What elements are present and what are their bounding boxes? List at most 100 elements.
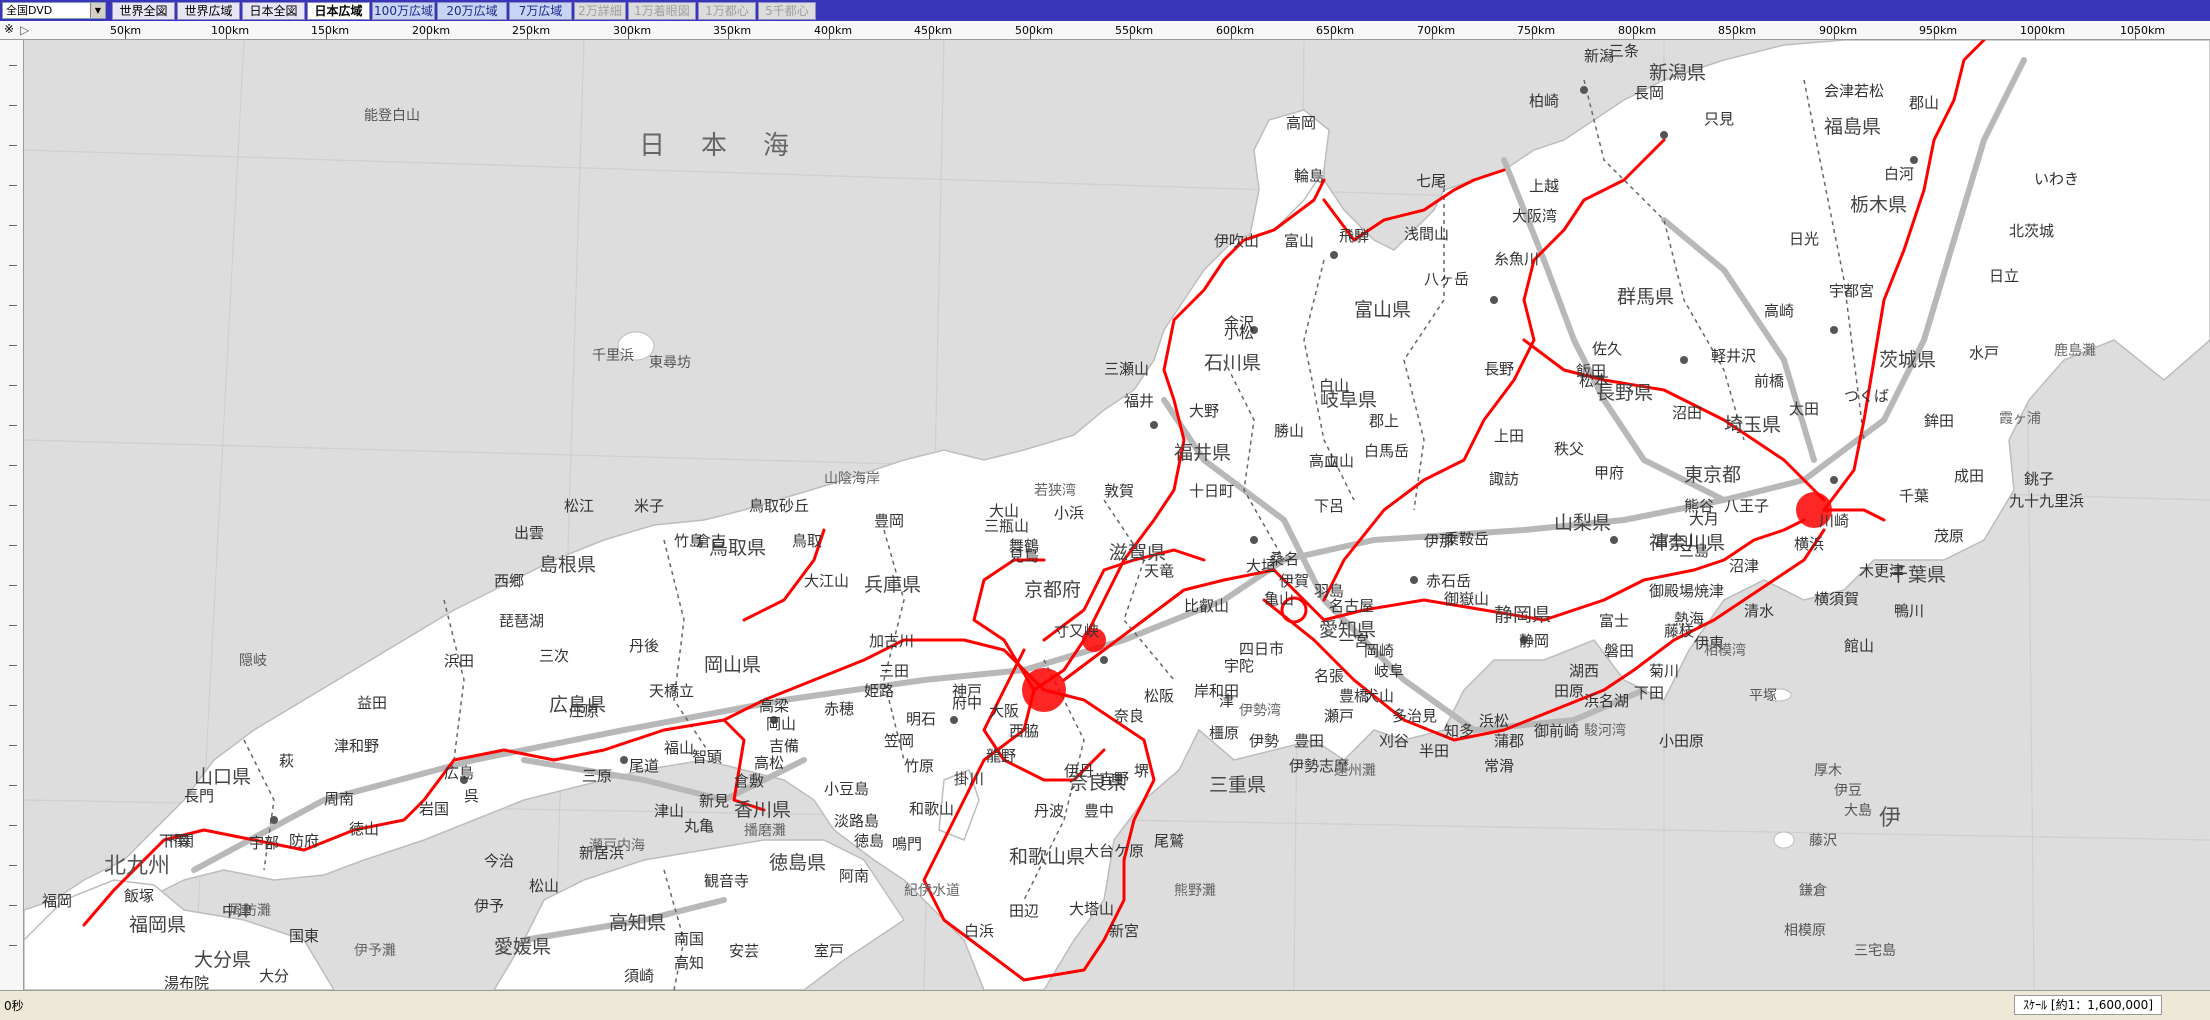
vertical-ruler-tick [9, 425, 17, 426]
city-label: 軽井沢 [1711, 347, 1757, 365]
city-label: 阿南 [839, 867, 870, 885]
pref-label: 徳島県 [769, 852, 827, 874]
city-label: 長門 [184, 787, 215, 805]
city-label: 横須賀 [1814, 590, 1860, 608]
vertical-ruler [0, 40, 24, 990]
ruler-tick-label: 950km [1919, 24, 1958, 37]
city-label: 浅間山 [1404, 225, 1450, 243]
city-label: 三島 [1679, 542, 1710, 560]
scale-button-world-wide[interactable]: 世界広域 [177, 2, 240, 20]
pref-label: 静岡県 [1494, 604, 1552, 626]
map-canvas[interactable]: 日本海 新潟県 福島県 栃木県 茨城県 群馬県 長野県 富山県 石川県 福井県 … [24, 40, 2210, 990]
pref-label: 三重県 [1209, 774, 1267, 796]
chevron-down-icon[interactable]: ▼ [90, 3, 105, 18]
city-label: 蒲郡 [1494, 732, 1525, 750]
city-label: 丸亀 [684, 817, 715, 835]
city-label: 知多 [1444, 722, 1475, 740]
city-label: 鴨川 [1894, 602, 1925, 620]
city-label: 南国 [674, 930, 705, 948]
scale-button-70k-wide[interactable]: 7万広域 [509, 2, 572, 20]
scale-button-5k-city[interactable]: 5千都心 [758, 2, 816, 20]
city-label: 亀山 [1264, 590, 1295, 608]
city-label: 諏訪 [1489, 470, 1520, 488]
scale-button-10k-view[interactable]: 1万着眼図 [628, 2, 696, 20]
city-label: 高岡 [1286, 114, 1317, 132]
city-label: 大野 [1189, 402, 1220, 420]
city-label: 観音寺 [704, 872, 750, 890]
pref-label: 埼玉県 [1724, 414, 1782, 436]
city-label: 長野 [1484, 360, 1515, 378]
city-label: 羽島 [1314, 582, 1345, 600]
city-label: 宇都宮 [1829, 282, 1875, 300]
city-label: 富山 [1284, 232, 1315, 250]
pref-label: 富山県 [1354, 299, 1412, 321]
vertical-ruler-tick [9, 345, 17, 346]
city-label: 藤沢 [1809, 833, 1837, 849]
scale-button-20k-detail[interactable]: 2万詳細 [574, 2, 626, 20]
region-label: 山陰海岸 [824, 471, 880, 487]
city-label: 三原 [582, 767, 613, 785]
ruler-arrow-icon[interactable]: ▷ [20, 23, 29, 37]
city-label: 三瀬山 [1104, 360, 1150, 378]
city-label: 徳島 [854, 832, 885, 850]
city-label: 大台ケ原 [1084, 842, 1145, 860]
scale-button-10k-city[interactable]: 1万都心 [698, 2, 756, 20]
city-label: 福岡 [42, 892, 73, 910]
city-label: 天竜 [1144, 562, 1175, 580]
city-label: 米子 [634, 497, 665, 515]
city-label: 明石 [906, 710, 937, 728]
city-label: 広島 [444, 764, 475, 782]
vertical-ruler-tick [9, 945, 17, 946]
pref-label: 愛媛県 [494, 936, 552, 958]
scale-button-1m-wide[interactable]: 100万広域 [372, 2, 435, 20]
city-label: 白浜 [964, 922, 995, 940]
scale-button-japan-all[interactable]: 日本全図 [242, 2, 305, 20]
city-label: 佐久 [1592, 340, 1623, 358]
vertical-ruler-tick [9, 225, 17, 226]
city-label: 姫路 [864, 682, 895, 700]
city-label: 大分 [259, 967, 290, 985]
region-label: 相模湾 [1704, 643, 1746, 659]
pref-label: 新潟県 [1649, 62, 1707, 84]
vertical-ruler-tick [9, 745, 17, 746]
region-label: 瀬戸内海 [589, 838, 645, 854]
city-label: 浜田 [444, 652, 475, 670]
city-label: 郡上 [1369, 412, 1400, 430]
city-label: 比叡山 [1184, 597, 1230, 615]
vertical-ruler-tick [9, 865, 17, 866]
city-label: 高知 [674, 954, 705, 972]
city-label: 竹原 [904, 757, 935, 775]
dvd-select[interactable]: 全国DVD ▼ [2, 2, 106, 19]
city-label: 成田 [1954, 467, 1985, 485]
pref-label: 京都府 [1024, 579, 1082, 601]
ruler-tick-label: 200km [412, 24, 451, 37]
scale-button-japan-wide[interactable]: 日本広域 [307, 2, 370, 20]
city-label: 萩 [279, 752, 295, 770]
city-label: 琵琶湖 [499, 612, 545, 630]
city-label: 三田 [879, 662, 910, 680]
city-label: 福井 [1124, 392, 1155, 410]
city-label: 清水 [1744, 602, 1775, 620]
city-label: 丹波 [1034, 802, 1065, 820]
city-label: 室戸 [814, 942, 845, 960]
region-label: 鹿島灘 [2054, 343, 2096, 359]
scale-button-world-all[interactable]: 世界全図 [112, 2, 175, 20]
city-label: 銚子 [2024, 470, 2055, 488]
ruler-tick-label: 850km [1718, 24, 1757, 37]
vertical-ruler-tick [9, 505, 17, 506]
city-label: 加古川 [869, 632, 915, 650]
city-label: 宇陀 [1224, 657, 1255, 675]
city-label: 吉野 [1099, 770, 1130, 788]
scale-button-200k-wide[interactable]: 20万広域 [437, 2, 507, 20]
city-label: 鳴門 [892, 835, 923, 853]
city-label: 大塔山 [1069, 900, 1115, 918]
city-label: 和歌山 [909, 800, 955, 818]
status-text: 0秒 [4, 999, 24, 1013]
vertical-ruler-tick [9, 105, 17, 106]
city-label: 湯布院 [164, 974, 210, 990]
vertical-ruler-tick [9, 185, 17, 186]
city-label: 沼田 [1672, 404, 1703, 422]
city-label: 津和野 [334, 737, 380, 755]
region-label: 遠州灘 [1334, 763, 1376, 779]
ruler-tick-label: 1050km [2120, 24, 2166, 37]
